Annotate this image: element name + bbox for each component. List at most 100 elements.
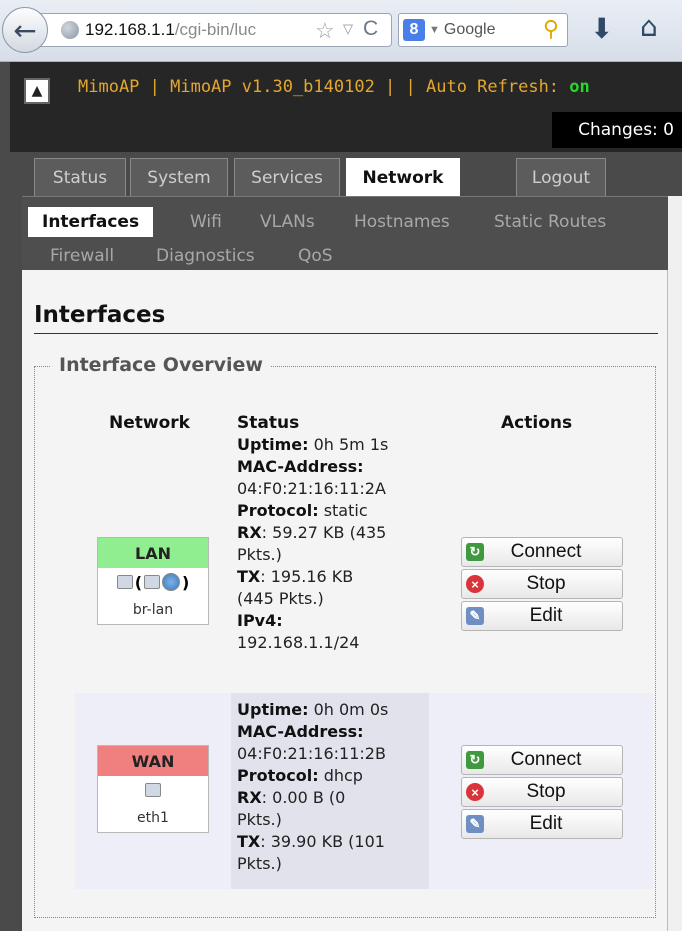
- subtab-qos[interactable]: QoS: [298, 241, 333, 271]
- stop-label: Stop: [526, 573, 566, 594]
- download-icon[interactable]: ⬇: [590, 12, 613, 45]
- protocol-value: static: [318, 501, 368, 520]
- interface-overview-section: Interface Overview Network Status Action…: [34, 354, 656, 918]
- browser-toolbar: 192.168.1.1/cgi-bin/luc ☆ ▽ C ← 8 ▼ Goog…: [0, 0, 682, 62]
- column-network: Network: [109, 413, 190, 433]
- sub-nav: Interfaces Wifi VLANs Hostnames Static R…: [22, 196, 668, 270]
- stop-icon: ×: [466, 783, 484, 801]
- tab-logout[interactable]: Logout: [516, 158, 606, 196]
- column-status: Status: [237, 413, 300, 433]
- interface-icons: ( ): [98, 568, 208, 596]
- url-host: 192.168.1.1: [85, 20, 175, 39]
- tx-value: : 195.16 KB: [260, 567, 354, 586]
- interface-icons: [98, 776, 208, 804]
- uptime-value: 0h 0m 0s: [308, 700, 389, 719]
- status-lan: Uptime: 0h 5m 1s MAC-Address: 04:F0:21:1…: [237, 434, 427, 654]
- chevron-down-icon[interactable]: ▼: [429, 24, 440, 36]
- stop-label: Stop: [526, 781, 566, 802]
- refresh-icon: ↻: [466, 751, 484, 769]
- rx-value-cont: Pkts.): [237, 545, 282, 564]
- globe-icon: [61, 21, 79, 39]
- tx-label: TX: [237, 832, 261, 851]
- ethernet-icon: [144, 575, 160, 589]
- mac-value: 04:F0:21:16:11:2A: [237, 479, 386, 498]
- edit-button[interactable]: ✎ Edit: [461, 601, 623, 631]
- tx-value-cont: Pkts.): [237, 854, 282, 873]
- subtab-vlans[interactable]: VLANs: [260, 207, 315, 237]
- device-name: eth1: [137, 810, 169, 826]
- device-name: br-lan: [132, 602, 174, 618]
- network-name: LAN: [98, 538, 208, 568]
- rx-value: : 0.00 B (0: [261, 788, 346, 807]
- network-card-lan: LAN ( ) br-lan: [97, 537, 209, 625]
- subtab-firewall[interactable]: Firewall: [50, 241, 114, 271]
- subtab-hostnames[interactable]: Hostnames: [354, 207, 450, 237]
- history-dropdown-icon[interactable]: ▽: [343, 21, 353, 37]
- status-wan: Uptime: 0h 0m 0s MAC-Address: 04:F0:21:1…: [237, 699, 427, 875]
- left-border: [0, 152, 10, 931]
- wifi-icon: [162, 573, 180, 591]
- connect-button[interactable]: ↻ Connect: [461, 537, 623, 567]
- rx-label: RX: [237, 788, 262, 807]
- content-area: Interfaces Interface Overview Network St…: [22, 270, 668, 931]
- ethernet-icon: [145, 783, 161, 797]
- protocol-value: dhcp: [318, 766, 363, 785]
- tx-value-cont: (445 Pkts.): [237, 589, 324, 608]
- search-input[interactable]: 8 ▼ Google ⚲: [398, 13, 568, 47]
- network-name: WAN: [98, 746, 208, 776]
- home-icon[interactable]: ⌂: [640, 10, 658, 43]
- header-title: MimoAP | MimoAP v1.30_b140102 | | Auto R…: [78, 77, 590, 97]
- search-icon[interactable]: ⚲: [543, 16, 559, 42]
- changes-badge[interactable]: Changes: 0: [552, 112, 682, 148]
- network-card-wan: WAN eth1: [97, 745, 209, 833]
- tab-system[interactable]: System: [130, 158, 228, 196]
- tab-network[interactable]: Network: [346, 158, 460, 196]
- refresh-icon: ↻: [466, 543, 484, 561]
- connect-button[interactable]: ↻ Connect: [461, 745, 623, 775]
- ipv4-label: IPv4:: [237, 611, 283, 630]
- edit-label: Edit: [529, 605, 563, 626]
- uptime-label: Uptime:: [237, 435, 309, 454]
- search-engine-icon[interactable]: 8: [403, 19, 425, 41]
- autorefresh-toggle[interactable]: on: [569, 77, 589, 97]
- tab-status[interactable]: Status: [34, 158, 126, 196]
- edit-button[interactable]: ✎ Edit: [461, 809, 623, 839]
- logo-icon: ▲: [24, 78, 50, 104]
- mac-value: 04:F0:21:16:11:2B: [237, 744, 386, 763]
- edit-icon: ✎: [466, 815, 484, 833]
- uptime-value: 0h 5m 1s: [308, 435, 389, 454]
- tab-services[interactable]: Services: [234, 158, 340, 196]
- bridge-icon: [116, 575, 133, 589]
- mac-label: MAC-Address:: [237, 457, 364, 476]
- router-header: ▲ MimoAP | MimoAP v1.30_b140102 | | Auto…: [0, 62, 682, 152]
- table-row: WAN eth1 Uptime: 0h 0m 0s MAC-Address: 0…: [75, 693, 653, 889]
- subtab-static-routes[interactable]: Static Routes: [494, 207, 606, 237]
- subtab-diagnostics[interactable]: Diagnostics: [156, 241, 255, 271]
- left-border-inner: [10, 196, 22, 931]
- ipv4-value: 192.168.1.1/24: [237, 633, 360, 652]
- stop-icon: ×: [466, 575, 484, 593]
- url-bar[interactable]: 192.168.1.1/cgi-bin/luc ☆ ▽ C: [36, 13, 392, 47]
- title-divider: [34, 333, 658, 334]
- main-nav: Status System Services Network Logout: [10, 152, 682, 196]
- edit-icon: ✎: [466, 607, 484, 625]
- connect-label: Connect: [510, 541, 582, 562]
- uptime-label: Uptime:: [237, 700, 309, 719]
- stop-button[interactable]: × Stop: [461, 569, 623, 599]
- reload-icon[interactable]: C: [363, 17, 378, 41]
- tx-label: TX: [237, 567, 261, 586]
- subtab-wifi[interactable]: Wifi: [190, 207, 222, 237]
- tx-value: : 39.90 KB (101: [260, 832, 385, 851]
- arrow-left-icon: ←: [13, 13, 37, 47]
- bookmark-star-icon[interactable]: ☆: [315, 18, 335, 44]
- column-actions: Actions: [501, 413, 573, 433]
- url-path: /cgi-bin/luc: [174, 20, 257, 39]
- section-legend: Interface Overview: [51, 354, 271, 376]
- rx-value-cont: Pkts.): [237, 810, 282, 829]
- table-row: LAN ( ) br-lan Uptime: 0h 5m 1s MAC-Addr…: [75, 435, 653, 687]
- rx-label: RX: [237, 523, 262, 542]
- stop-button[interactable]: × Stop: [461, 777, 623, 807]
- back-button[interactable]: ←: [2, 7, 48, 53]
- header-title-text: MimoAP | MimoAP v1.30_b140102 | | Auto R…: [78, 77, 570, 97]
- subtab-interfaces[interactable]: Interfaces: [28, 207, 154, 237]
